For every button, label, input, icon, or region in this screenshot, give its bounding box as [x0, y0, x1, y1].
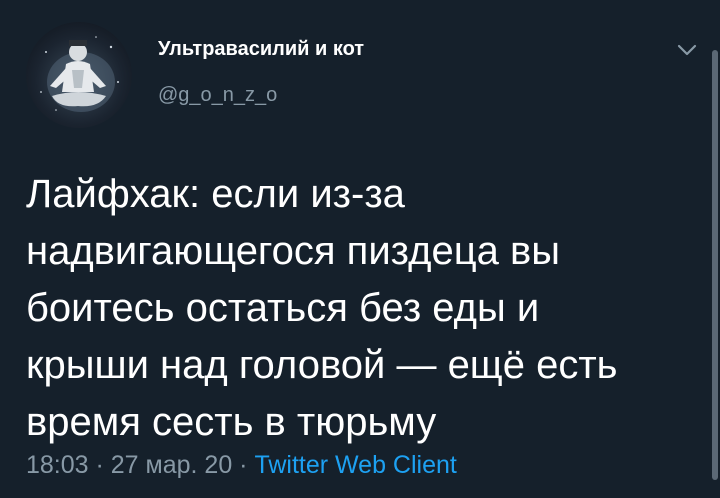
tweet-time[interactable]: 18:03 — [26, 451, 89, 479]
meta-separator-2: · — [232, 451, 255, 479]
tweet-metadata: 18:03 · 27 мар. 20 · Twitter Web Client — [26, 451, 457, 480]
tweet-source-link[interactable]: Twitter Web Client — [254, 451, 456, 479]
tweet-text: Лайфхак: если из-за надвигающегося пизде… — [26, 172, 618, 444]
scrollbar[interactable] — [712, 50, 718, 480]
meta-separator: · — [88, 451, 111, 479]
author-username[interactable]: @g_o_n_z_o — [158, 84, 277, 107]
chevron-down-icon[interactable] — [674, 40, 700, 60]
tweet-card: Ультравасилий и кот @g_o_n_z_o Лайфхак: … — [0, 0, 720, 498]
meditating-figure-avatar-icon — [40, 36, 119, 112]
tweet-date[interactable]: 27 мар. 20 — [111, 451, 232, 479]
avatar[interactable] — [26, 22, 132, 128]
author-display-name[interactable]: Ультравасилий и кот — [158, 38, 364, 61]
